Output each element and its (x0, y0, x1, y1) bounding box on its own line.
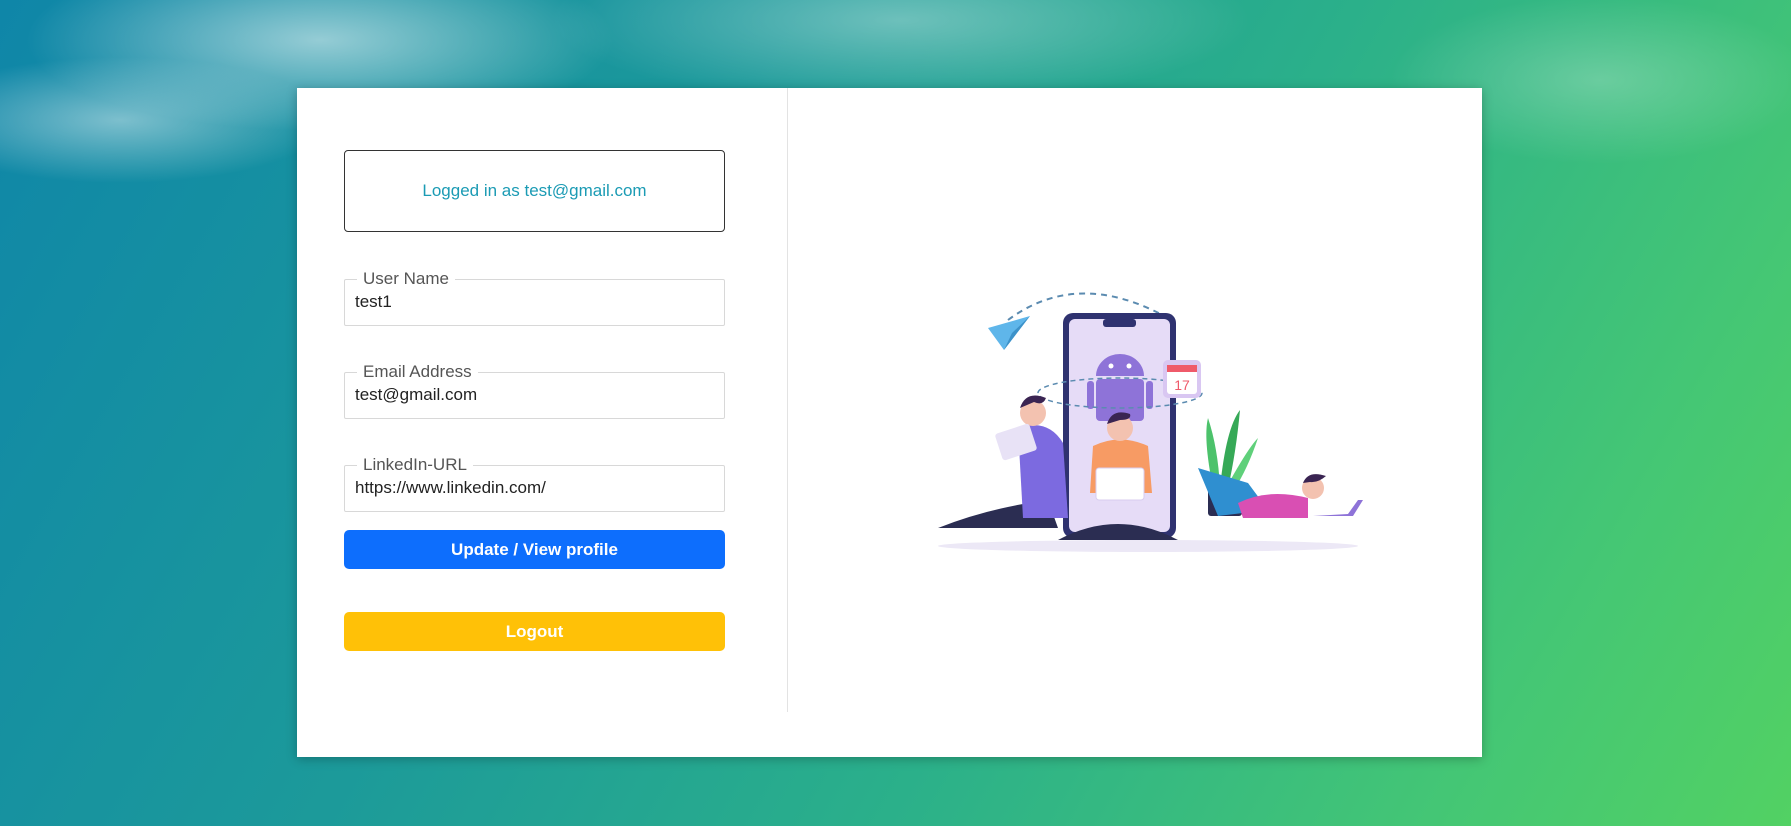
username-input[interactable] (355, 288, 714, 312)
logged-in-banner: Logged in as test@gmail.com (344, 150, 725, 232)
profile-form-panel: Logged in as test@gmail.com User Name Em… (297, 88, 788, 712)
paper-plane-icon (988, 316, 1030, 350)
calendar-day-text: 17 (1174, 377, 1190, 393)
linkedin-input[interactable] (355, 474, 714, 498)
email-fieldset: Email Address (344, 363, 725, 419)
username-label: User Name (363, 269, 449, 288)
email-label: Email Address (363, 362, 472, 381)
email-input[interactable] (355, 381, 714, 405)
people-with-phone-illustration: 17 (938, 292, 1363, 552)
logged-in-text: Logged in as test@gmail.com (422, 181, 647, 200)
update-profile-button[interactable]: Update / View profile (344, 530, 725, 569)
person-lying-figure (1198, 468, 1363, 518)
linkedin-fieldset: LinkedIn-URL (344, 456, 725, 512)
ground-shadow (938, 540, 1358, 552)
illustration-panel: 17 (788, 88, 1482, 757)
logout-button[interactable]: Logout (344, 612, 725, 651)
linkedin-label: LinkedIn-URL (363, 455, 467, 474)
profile-card: Logged in as test@gmail.com User Name Em… (297, 88, 1482, 757)
username-fieldset: User Name (344, 270, 725, 326)
calendar-icon: 17 (1163, 360, 1201, 398)
person-reading-figure (938, 395, 1068, 528)
